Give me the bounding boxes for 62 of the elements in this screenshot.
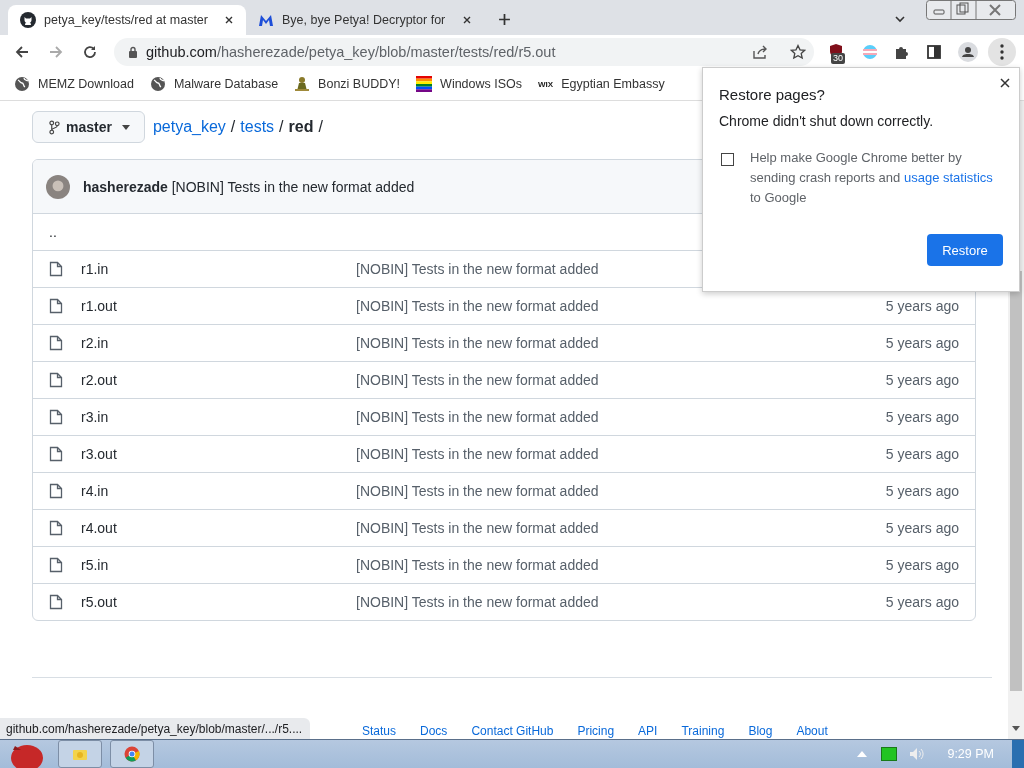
footer-link[interactable]: Training <box>681 724 725 738</box>
breadcrumb-separator: / <box>279 118 284 136</box>
commit-age: 5 years ago <box>885 335 959 351</box>
footer-link[interactable]: Docs <box>420 724 448 738</box>
breadcrumb-link[interactable]: tests <box>240 118 275 136</box>
bookmark[interactable]: Windows ISOs <box>416 76 523 92</box>
commit-link[interactable]: [NOBIN] Tests in the new format added <box>356 557 886 573</box>
commit-age: 5 years ago <box>885 409 959 425</box>
bookmark[interactable]: WIX Egyptian Embassy <box>538 77 665 91</box>
file-name[interactable]: r2.out <box>81 372 356 388</box>
commit-link[interactable]: [NOBIN] Tests in the new format added <box>356 298 886 314</box>
file-name[interactable]: r4.out <box>81 520 356 536</box>
commit-age: 5 years ago <box>885 483 959 499</box>
bookmark[interactable]: MEMZ Download <box>14 76 134 92</box>
browser-tab[interactable]: Bye, bye Petya! Decryptor for <box>246 5 484 35</box>
file-name[interactable]: r3.out <box>81 446 356 462</box>
file-name[interactable]: r1.out <box>81 298 356 314</box>
dialog-title: Restore pages? <box>719 86 826 103</box>
status-url: github.com/hasherezade/petya_key/blob/master/.../r5.... <box>0 718 311 739</box>
badge-count: 30 <box>831 52 845 64</box>
footer-link[interactable]: Contact GitHub <box>471 724 554 738</box>
file-name[interactable]: r2.in <box>81 335 356 351</box>
commit-age: 5 years ago <box>885 557 959 573</box>
breadcrumb-separator: / <box>318 118 323 136</box>
commit-link[interactable]: [NOBIN] Tests in the new format added <box>356 520 886 536</box>
bookmark[interactable]: Malware Database <box>149 76 279 92</box>
commit-link[interactable]: [NOBIN] Tests in the new format added <box>356 335 886 351</box>
footer-link[interactable]: API <box>638 724 658 738</box>
commit-age: 5 years ago <box>885 446 959 462</box>
commit-link[interactable]: [NOBIN] Tests in the new format added <box>356 594 886 610</box>
footer-link[interactable]: Blog <box>748 724 773 738</box>
breadcrumb-link[interactable]: petya_key <box>152 118 226 136</box>
file-name[interactable]: r1.in <box>81 261 356 277</box>
parent-directory-link[interactable]: .. <box>49 224 57 240</box>
file-name[interactable]: r5.in <box>81 557 356 573</box>
dialog-message: Chrome didn't shut down correctly. <box>719 113 935 129</box>
browser-tab[interactable]: petya_key/tests/red at master <box>8 5 246 35</box>
footer-link[interactable]: About <box>796 724 828 738</box>
branch-button[interactable]: master <box>32 111 145 143</box>
commit-age: 5 years ago <box>885 372 959 388</box>
commit-message: hasherezade [NOBIN] Tests in the new format added <box>83 178 415 195</box>
commit-link[interactable]: [NOBIN] Tests in the new format added <box>356 483 886 499</box>
wix-logo: WIX <box>538 79 554 89</box>
file-name[interactable]: r5.out <box>81 594 356 610</box>
breadcrumb-separator: / <box>230 118 236 136</box>
file-name[interactable]: r4.in <box>81 483 356 499</box>
commit-age: 5 years ago <box>885 594 959 610</box>
footer-link[interactable]: Status <box>362 724 397 738</box>
restore-button[interactable]: Restore <box>927 234 1003 266</box>
file-name[interactable]: r3.in <box>81 409 356 425</box>
breadcrumb-current: red <box>288 118 314 136</box>
commit-link[interactable]: [NOBIN] Tests in the new format added <box>356 446 886 462</box>
footer-link[interactable]: Pricing <box>577 724 615 738</box>
checkbox-label: Help make Google Chrome better by sending crash reports and usage statistics to Google <box>750 149 994 207</box>
commit-link[interactable]: [NOBIN] Tests in the new format added <box>356 372 886 388</box>
commit-age: 5 years ago <box>885 298 959 314</box>
clock: 9:29 PM <box>947 747 994 761</box>
address-bar[interactable]: github.com/hasherezade/petya_key/blob/master/tests/red/r5.out <box>114 37 814 66</box>
commit-age: 5 years ago <box>885 520 959 536</box>
commit-link[interactable]: [NOBIN] Tests in the new format added <box>356 409 886 425</box>
usage-statistics-link[interactable]: usage statistics <box>903 170 993 185</box>
bookmark[interactable]: Bonzi BUDDY! <box>294 76 401 92</box>
